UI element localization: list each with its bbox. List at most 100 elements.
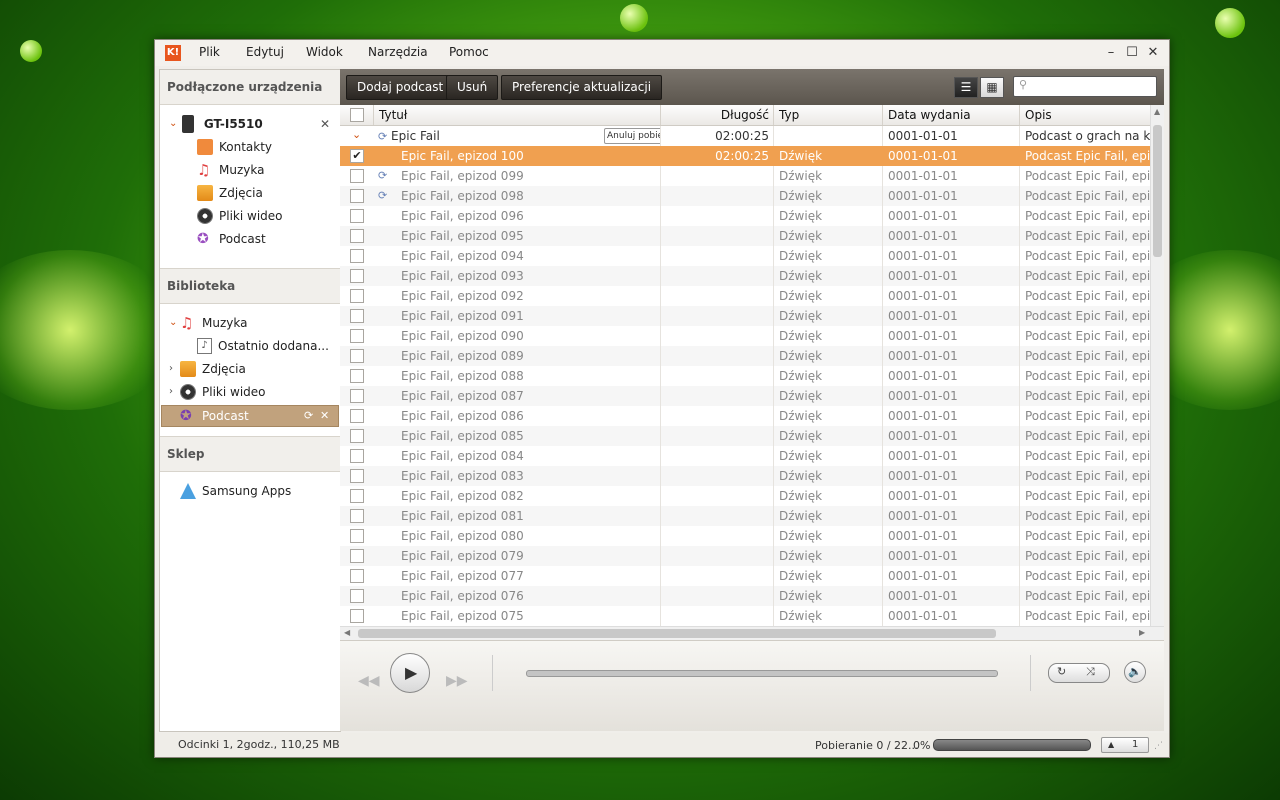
repeat-shuffle-toggle[interactable]: ↻ ⤨ xyxy=(1048,663,1110,683)
library-videos[interactable]: › Pliki wideo xyxy=(160,382,340,402)
col-title[interactable]: Tytuł xyxy=(373,105,660,125)
table-row[interactable]: Epic Fail, epizod 077✕ Dźwięk0001-01-01Po… xyxy=(340,566,1150,586)
row-checkbox[interactable] xyxy=(350,609,364,623)
previous-icon[interactable]: ◀◀ xyxy=(358,673,380,689)
table-row[interactable]: ⟳Epic Fail, epizod 098✕Dźwięk0001-01-01P… xyxy=(340,186,1150,206)
row-checkbox[interactable] xyxy=(350,189,364,203)
remove-icon[interactable]: ✕ xyxy=(320,406,329,426)
chevron-right-icon[interactable]: › xyxy=(169,382,179,402)
row-checkbox[interactable] xyxy=(350,449,364,463)
library-recently-added[interactable]: ♪ Ostatnio dodana... xyxy=(197,336,329,356)
chevron-right-icon[interactable]: › xyxy=(169,359,179,379)
row-checkbox[interactable] xyxy=(350,489,364,503)
row-checkbox[interactable] xyxy=(350,229,364,243)
table-row[interactable]: Epic Fail, epizod 093✕ Dźwięk0001-01-01Po… xyxy=(340,266,1150,286)
row-checkbox[interactable] xyxy=(350,289,364,303)
menu-view[interactable]: Widok xyxy=(306,45,343,59)
device-contacts[interactable]: Kontakty xyxy=(197,137,272,157)
close-icon[interactable]: ✕ xyxy=(1143,43,1163,63)
refresh-icon[interactable]: ⟳ xyxy=(304,406,313,426)
add-podcast-button[interactable]: Dodaj podcast xyxy=(346,75,455,100)
row-checkbox[interactable] xyxy=(350,589,364,603)
table-row[interactable]: Epic Fail, epizod 082✕ Dźwięk0001-01-01Po… xyxy=(340,486,1150,506)
table-row[interactable]: Epic Fail, epizod 091✕ Dźwięk0001-01-01Po… xyxy=(340,306,1150,326)
resize-grip-icon[interactable]: ⋰ xyxy=(1154,741,1163,751)
row-checkbox[interactable] xyxy=(350,309,364,323)
store-samsung-apps[interactable]: Samsung Apps xyxy=(180,481,291,501)
vertical-scroll-thumb[interactable] xyxy=(1153,125,1162,257)
row-checkbox[interactable] xyxy=(350,169,364,183)
row-checkbox[interactable] xyxy=(350,209,364,223)
row-checkbox[interactable] xyxy=(350,529,364,543)
table-row[interactable]: ⟳Epic Fail, epizod 099✕Dźwięk0001-01-01P… xyxy=(340,166,1150,186)
chevron-down-icon[interactable]: ⌄ xyxy=(169,313,179,333)
device-photos[interactable]: Zdjęcia xyxy=(197,183,263,203)
row-checkbox[interactable] xyxy=(350,369,364,383)
col-type[interactable]: Typ xyxy=(773,105,882,125)
horizontal-scrollbar[interactable]: ◀ ▶ xyxy=(340,626,1164,641)
next-icon[interactable]: ▶▶ xyxy=(446,673,468,689)
scroll-right-icon[interactable]: ▶ xyxy=(1139,628,1145,637)
select-all-checkbox[interactable] xyxy=(350,108,364,122)
menu-help[interactable]: Pomoc xyxy=(449,45,489,59)
row-checkbox[interactable] xyxy=(350,469,364,483)
device-videos[interactable]: Pliki wideo xyxy=(197,206,283,226)
device-podcast[interactable]: ✪ Podcast xyxy=(197,229,266,249)
chevron-down-icon[interactable]: ⌄ xyxy=(169,114,179,134)
disconnect-icon[interactable]: ✕ xyxy=(320,114,330,134)
menu-edit[interactable]: Edytuj xyxy=(246,45,284,59)
queue-button[interactable]: ▲ 1 xyxy=(1101,737,1149,753)
library-podcast[interactable]: ✪ Podcast ⟳ ✕ xyxy=(161,405,339,427)
horizontal-scroll-thumb[interactable] xyxy=(358,629,996,638)
table-row[interactable]: Epic Fail, epizod 079✕ Dźwięk0001-01-01Po… xyxy=(340,546,1150,566)
row-checkbox[interactable] xyxy=(350,349,364,363)
minimize-icon[interactable]: – xyxy=(1101,43,1121,63)
update-preferences-button[interactable]: Preferencje aktualizacji xyxy=(501,75,663,100)
row-checkbox[interactable] xyxy=(350,509,364,523)
scroll-left-icon[interactable]: ◀ xyxy=(344,628,350,637)
repeat-icon[interactable]: ↻ xyxy=(1057,665,1066,678)
grid-view-icon[interactable]: ▦ xyxy=(980,77,1004,98)
table-row[interactable]: Epic Fail, epizod 095✕ Dźwięk0001-01-01Po… xyxy=(340,226,1150,246)
col-release-date[interactable]: Data wydania xyxy=(882,105,1019,125)
table-row[interactable]: Epic Fail, epizod 076✕ Dźwięk0001-01-01Po… xyxy=(340,586,1150,606)
table-row[interactable]: Epic Fail, epizod 083✕ Dźwięk0001-01-01Po… xyxy=(340,466,1150,486)
table-row[interactable]: Epic Fail, epizod 080✕ Dźwięk0001-01-01Po… xyxy=(340,526,1150,546)
table-row[interactable]: Epic Fail, epizod 087✕ Dźwięk0001-01-01Po… xyxy=(340,386,1150,406)
play-button[interactable]: ▶ xyxy=(390,653,430,693)
remove-button[interactable]: Usuń xyxy=(446,75,499,100)
search-box[interactable]: ⚲ xyxy=(1013,76,1157,97)
table-row[interactable]: Epic Fail, epizod 088✕ Dźwięk0001-01-01Po… xyxy=(340,366,1150,386)
table-row[interactable]: Epic Fail, epizod 085✕ Dźwięk0001-01-01Po… xyxy=(340,426,1150,446)
row-checkbox[interactable]: ✔ xyxy=(350,149,364,163)
maximize-icon[interactable]: ☐ xyxy=(1122,43,1142,63)
table-row[interactable]: Epic Fail, epizod 086✕ Dźwięk0001-01-01Po… xyxy=(340,406,1150,426)
table-row[interactable]: Epic Fail, epizod 096✕ Dźwięk0001-01-01Po… xyxy=(340,206,1150,226)
volume-icon[interactable]: 🔈 xyxy=(1124,661,1146,683)
row-checkbox[interactable] xyxy=(350,569,364,583)
vertical-scrollbar[interactable]: ▲ ▼ xyxy=(1150,105,1164,662)
row-checkbox[interactable] xyxy=(350,549,364,563)
podcast-parent-row[interactable]: ⌄ ⟳ Epic Fail Anuluj pobieranie 02:00:25… xyxy=(340,126,1150,146)
chevron-down-icon[interactable]: ⌄ xyxy=(352,126,361,144)
table-row[interactable]: ✔ Epic Fail, epizod 100 02:00:25 Dźwięk 0001… xyxy=(340,146,1150,166)
list-view-icon[interactable]: ☰ xyxy=(954,77,978,98)
library-music[interactable]: ⌄ ♫ Muzyka xyxy=(160,313,340,333)
table-row[interactable]: Epic Fail, epizod 089✕ Dźwięk0001-01-01Po… xyxy=(340,346,1150,366)
search-input[interactable] xyxy=(1034,78,1153,95)
table-row[interactable]: Epic Fail, epizod 075⬇ Dźwięk0001-01-01Po… xyxy=(340,606,1150,626)
device-music[interactable]: ♫ Muzyka xyxy=(197,160,264,180)
table-row[interactable]: Epic Fail, epizod 090✕ Dźwięk0001-01-01Po… xyxy=(340,326,1150,346)
col-description[interactable]: Opis xyxy=(1019,105,1150,125)
col-length[interactable]: Długość xyxy=(660,105,773,125)
row-checkbox[interactable] xyxy=(350,429,364,443)
menu-tools[interactable]: Narzędzia xyxy=(368,45,428,59)
device-item[interactable]: ⌄ GT-I5510 ✕ xyxy=(160,114,340,134)
table-row[interactable]: Epic Fail, epizod 084✕ Dźwięk0001-01-01Po… xyxy=(340,446,1150,466)
cancel-download-button[interactable]: Anuluj pobieranie xyxy=(604,128,660,144)
row-checkbox[interactable] xyxy=(350,329,364,343)
row-checkbox[interactable] xyxy=(350,269,364,283)
seek-bar[interactable] xyxy=(526,670,998,677)
table-row[interactable]: Epic Fail, epizod 092✕ Dźwięk0001-01-01Po… xyxy=(340,286,1150,306)
row-checkbox[interactable] xyxy=(350,389,364,403)
